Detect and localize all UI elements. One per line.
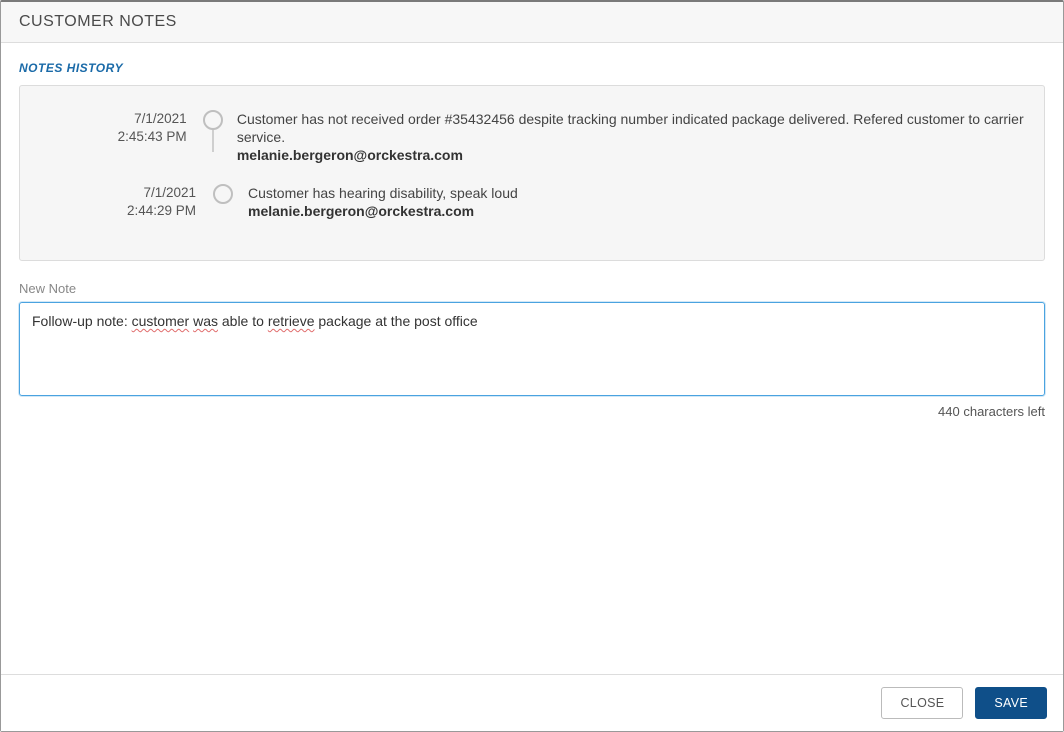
note-timestamp: 7/1/2021 2:45:43 PM [38,108,199,146]
notes-timeline: 7/1/2021 2:45:43 PM Customer has not rec… [38,108,1026,220]
customer-notes-dialog: CUSTOMER NOTES NOTES HISTORY 7/1/2021 2:… [0,0,1064,732]
timeline-marker-col [208,182,238,204]
new-note-label: New Note [19,281,1045,296]
note-text: Customer has hearing disability, speak l… [248,184,1026,202]
note-text: Customer has not received order #3543245… [237,110,1026,146]
notes-history-panel: 7/1/2021 2:45:43 PM Customer has not rec… [19,85,1045,261]
notes-history-label: NOTES HISTORY [19,61,1045,75]
note-author: melanie.bergeron@orckestra.com [237,146,1026,164]
note-body: Customer has not received order #3543245… [227,108,1026,164]
note-author: melanie.bergeron@orckestra.com [248,202,1026,220]
note-time: 2:44:29 PM [38,202,196,220]
note-time: 2:45:43 PM [38,128,187,146]
characters-left: 440 characters left [19,404,1045,419]
note-item: 7/1/2021 2:44:29 PM Customer has hearing… [38,182,1026,220]
dialog-content: NOTES HISTORY 7/1/2021 2:45:43 PM Custom… [1,43,1063,674]
dialog-title: CUSTOMER NOTES [1,2,1063,43]
timeline-connector [212,128,214,152]
save-button[interactable]: SAVE [975,687,1047,719]
note-timestamp: 7/1/2021 2:44:29 PM [38,182,208,220]
note-date: 7/1/2021 [38,184,196,202]
dialog-footer: CLOSE SAVE [1,674,1063,731]
timeline-marker-col [199,108,227,130]
note-body: Customer has hearing disability, speak l… [238,182,1026,220]
note-date: 7/1/2021 [38,110,187,128]
close-button[interactable]: CLOSE [881,687,963,719]
note-item: 7/1/2021 2:45:43 PM Customer has not rec… [38,108,1026,164]
timeline-circle-icon [213,184,233,204]
timeline-circle-icon [203,110,223,130]
new-note-textarea[interactable]: Follow-up note: customer was able to ret… [19,302,1045,396]
